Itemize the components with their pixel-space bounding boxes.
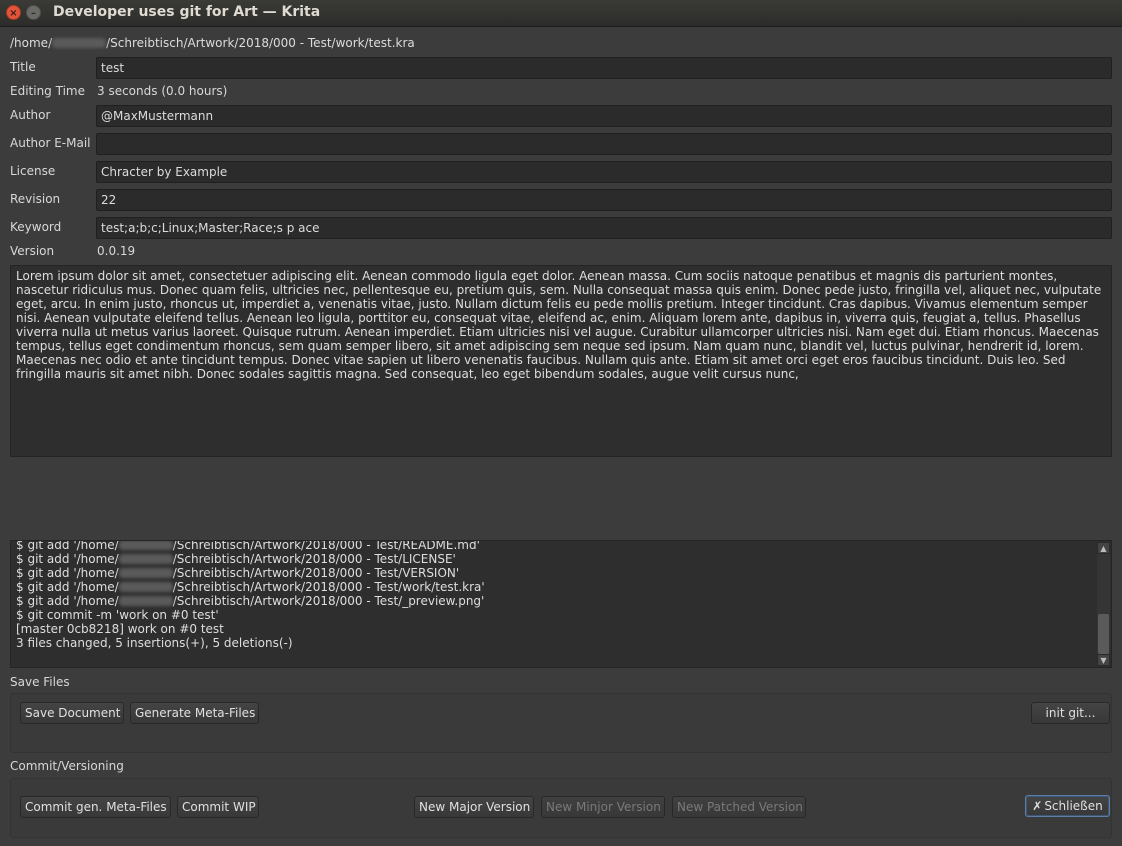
version-value: 0.0.19: [97, 244, 136, 258]
redacted-username: [52, 38, 107, 48]
close-button-label: Schließen: [1044, 799, 1103, 813]
revision-label: Revision: [10, 192, 61, 206]
license-field[interactable]: Chracter by Example: [96, 161, 1112, 183]
console-line: $ git add '/home/ /Schreibtisch/Artwork/2…: [16, 580, 1093, 594]
title-field[interactable]: test: [96, 57, 1112, 79]
console-line-text: $ git add '/home/: [16, 552, 119, 566]
window-titlebar: × – Developer uses git for Art — Krita: [0, 0, 1122, 27]
git-console-output[interactable]: $ git add '/home/ /Schreibtisch/Artwork/2…: [10, 540, 1112, 668]
console-line-path: /Schreibtisch/Artwork/2018/000 - Test/RE…: [172, 540, 480, 552]
save-document-button[interactable]: Save Document: [20, 702, 124, 724]
save-files-group-title: Save Files: [10, 675, 70, 689]
console-line: 3 files changed, 5 insertions(+), 5 dele…: [16, 636, 1093, 650]
author-email-field[interactable]: [96, 133, 1112, 155]
editing-time-value: 3 seconds (0.0 hours): [97, 84, 228, 98]
console-line-text: 3 files changed, 5 insertions(+), 5 dele…: [16, 636, 293, 650]
close-x-icon: ✗: [1032, 799, 1043, 813]
console-line: $ git add '/home/ /Schreibtisch/Artwork/2…: [16, 594, 1093, 608]
redacted-username: [118, 582, 173, 592]
console-line-text: $ git add '/home/: [16, 594, 119, 608]
console-line-text: [master 0cb8218] work on #0 test: [16, 622, 224, 636]
console-scrollbar[interactable]: ▲ ▼: [1097, 542, 1110, 666]
redacted-username: [118, 541, 173, 550]
console-line-text: $ git add '/home/: [16, 566, 119, 580]
redacted-username: [118, 596, 173, 606]
path-prefix: /home/: [10, 36, 53, 50]
scroll-down-icon[interactable]: ▼: [1097, 654, 1110, 666]
console-lines: $ git add '/home/ /Schreibtisch/Artwork/2…: [16, 540, 1093, 650]
console-line: $ git add '/home/ /Schreibtisch/Artwork/2…: [16, 540, 1093, 552]
scroll-up-icon[interactable]: ▲: [1097, 542, 1110, 554]
description-textarea[interactable]: Lorem ipsum dolor sit amet, consectetuer…: [10, 265, 1112, 457]
console-line: $ git add '/home/ /Schreibtisch/Artwork/2…: [16, 552, 1093, 566]
redacted-username: [118, 554, 173, 564]
keyword-label: Keyword: [10, 220, 62, 234]
license-label: License: [10, 164, 56, 178]
commit-wip-button[interactable]: Commit WIP: [177, 796, 259, 818]
console-line-text: $ git add '/home/: [16, 580, 119, 594]
title-label: Title: [10, 60, 36, 74]
keyword-field[interactable]: test;a;b;c;Linux;Master;Race;s p ace: [96, 217, 1112, 239]
new-minor-version-button[interactable]: New Minjor Version: [541, 796, 665, 818]
init-git-button[interactable]: init git...: [1031, 702, 1110, 724]
author-field[interactable]: @MaxMustermann: [96, 105, 1112, 127]
new-major-version-button[interactable]: New Major Version: [414, 796, 534, 818]
author-email-label: Author E-Mail: [10, 136, 91, 150]
path-suffix: /Schreibtisch/Artwork/2018/000 - Test/wo…: [106, 36, 415, 50]
commit-group-title: Commit/Versioning: [10, 759, 124, 773]
generate-meta-files-button[interactable]: Generate Meta-Files: [130, 702, 259, 724]
console-line-path: /Schreibtisch/Artwork/2018/000 - Test/wo…: [172, 580, 485, 594]
redacted-username: [118, 568, 173, 578]
console-line: [master 0cb8218] work on #0 test: [16, 622, 1093, 636]
console-line-path: /Schreibtisch/Artwork/2018/000 - Test/VE…: [172, 566, 460, 580]
console-line-path: /Schreibtisch/Artwork/2018/000 - Test/LI…: [172, 552, 456, 566]
commit-meta-files-button[interactable]: Commit gen. Meta-Files: [20, 796, 171, 818]
console-line-text: $ git commit -m 'work on #0 test': [16, 608, 219, 622]
console-line: $ git add '/home/ /Schreibtisch/Artwork/2…: [16, 566, 1093, 580]
console-line-path: /Schreibtisch/Artwork/2018/000 - Test/_p…: [172, 594, 485, 608]
new-patched-version-button[interactable]: New Patched Version: [672, 796, 806, 818]
scrollbar-thumb[interactable]: [1098, 614, 1109, 654]
console-line: $ git commit -m 'work on #0 test': [16, 608, 1093, 622]
document-path: /home/ /Schreibtisch/Artwork/2018/000 - T…: [10, 36, 415, 50]
editing-time-label: Editing Time: [10, 84, 85, 98]
author-label: Author: [10, 108, 51, 122]
version-label: Version: [10, 244, 55, 258]
window-minimize-icon[interactable]: –: [26, 5, 41, 20]
revision-field[interactable]: 22: [96, 189, 1112, 211]
console-line-text: $ git add '/home/: [16, 540, 119, 552]
window-title: Developer uses git for Art — Krita: [53, 4, 321, 20]
close-button[interactable]: ✗ Schließen: [1025, 795, 1110, 817]
window-close-icon[interactable]: ×: [6, 5, 21, 20]
